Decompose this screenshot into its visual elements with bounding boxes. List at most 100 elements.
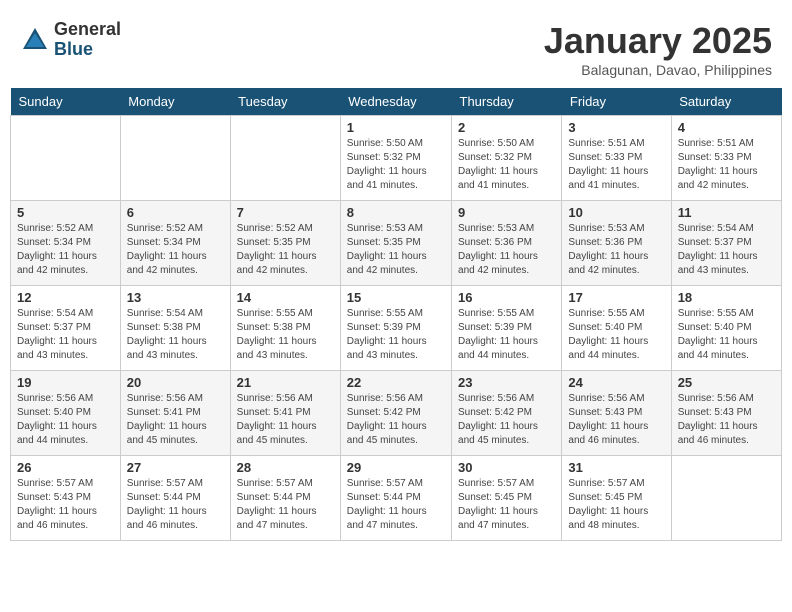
day-number: 10 xyxy=(568,205,664,220)
logo-text: General Blue xyxy=(54,20,121,60)
location-subtitle: Balagunan, Davao, Philippines xyxy=(544,62,772,78)
calendar-cell: 29Sunrise: 5:57 AM Sunset: 5:44 PM Dayli… xyxy=(340,456,451,541)
day-info: Sunrise: 5:52 AM Sunset: 5:34 PM Dayligh… xyxy=(127,222,224,278)
day-number: 6 xyxy=(127,205,224,220)
calendar-cell: 4 Sunrise: 5:51 AM Sunset: 5:33 PM Daylig… xyxy=(671,116,781,201)
day-info: Sunrise: 5:54 AM Sunset: 5:38 PM Dayligh… xyxy=(127,307,224,363)
weekday-header-friday: Friday xyxy=(562,88,671,116)
logo: General Blue xyxy=(20,20,121,60)
day-number: 9 xyxy=(458,205,555,220)
day-number: 17 xyxy=(568,290,664,305)
calendar-cell: 12 Sunrise: 5:54 AM Sunset: 5:37 PM Dayli… xyxy=(11,286,121,371)
day-number: 25 xyxy=(678,375,775,390)
calendar-cell: 21 Sunrise: 5:56 AM Sunset: 5:41 PM Dayli… xyxy=(230,371,340,456)
day-number: 16 xyxy=(458,290,555,305)
calendar-cell: 28Sunrise: 5:57 AM Sunset: 5:44 PM Dayli… xyxy=(230,456,340,541)
calendar-cell: 2 Sunrise: 5:50 AM Sunset: 5:32 PM Daylig… xyxy=(452,116,562,201)
day-number: 11 xyxy=(678,205,775,220)
day-info: Sunrise: 5:54 AM Sunset: 5:37 PM Dayligh… xyxy=(678,222,775,278)
weekday-header-row: SundayMondayTuesdayWednesdayThursdayFrid… xyxy=(11,88,782,116)
calendar-cell: 15Sunrise: 5:55 AM Sunset: 5:39 PM Dayli… xyxy=(340,286,451,371)
weekday-header-tuesday: Tuesday xyxy=(230,88,340,116)
calendar-cell: 14 Sunrise: 5:55 AM Sunset: 5:38 PM Dayli… xyxy=(230,286,340,371)
day-number: 14 xyxy=(237,290,334,305)
logo-icon xyxy=(20,25,50,55)
day-number: 4 xyxy=(678,120,775,135)
day-info: Sunrise: 5:55 AM Sunset: 5:40 PM Dayligh… xyxy=(568,307,664,363)
calendar-cell: 16Sunrise: 5:55 AM Sunset: 5:39 PM Dayli… xyxy=(452,286,562,371)
calendar-cell: 8 Sunrise: 5:53 AM Sunset: 5:35 PM Daylig… xyxy=(340,201,451,286)
day-info: Sunrise: 5:51 AM Sunset: 5:33 PM Dayligh… xyxy=(678,137,775,193)
day-info: Sunrise: 5:57 AM Sunset: 5:44 PM Dayligh… xyxy=(127,477,224,533)
day-number: 8 xyxy=(347,205,445,220)
day-info: Sunrise: 5:57 AM Sunset: 5:45 PM Dayligh… xyxy=(568,477,664,533)
calendar-cell: 23 Sunrise: 5:56 AM Sunset: 5:42 PM Dayli… xyxy=(452,371,562,456)
page-header: General Blue January 2025 Balagunan, Dav… xyxy=(10,10,782,83)
calendar-week-5: 26Sunrise: 5:57 AM Sunset: 5:43 PM Dayli… xyxy=(11,456,782,541)
day-number: 19 xyxy=(17,375,114,390)
day-info: Sunrise: 5:56 AM Sunset: 5:43 PM Dayligh… xyxy=(678,392,775,448)
day-number: 24 xyxy=(568,375,664,390)
day-info: Sunrise: 5:56 AM Sunset: 5:41 PM Dayligh… xyxy=(127,392,224,448)
day-number: 31 xyxy=(568,460,664,475)
calendar-cell: 18 Sunrise: 5:55 AM Sunset: 5:40 PM Dayli… xyxy=(671,286,781,371)
day-info: Sunrise: 5:54 AM Sunset: 5:37 PM Dayligh… xyxy=(17,307,114,363)
calendar-cell xyxy=(11,116,121,201)
day-info: Sunrise: 5:50 AM Sunset: 5:32 PM Dayligh… xyxy=(458,137,555,193)
calendar-cell: 10Sunrise: 5:53 AM Sunset: 5:36 PM Dayli… xyxy=(562,201,671,286)
day-number: 27 xyxy=(127,460,224,475)
calendar-cell: 30 Sunrise: 5:57 AM Sunset: 5:45 PM Dayli… xyxy=(452,456,562,541)
calendar-cell: 1 Sunrise: 5:50 AM Sunset: 5:32 PM Daylig… xyxy=(340,116,451,201)
day-number: 18 xyxy=(678,290,775,305)
calendar-cell: 26Sunrise: 5:57 AM Sunset: 5:43 PM Dayli… xyxy=(11,456,121,541)
day-number: 5 xyxy=(17,205,114,220)
day-number: 7 xyxy=(237,205,334,220)
day-number: 2 xyxy=(458,120,555,135)
day-info: Sunrise: 5:56 AM Sunset: 5:42 PM Dayligh… xyxy=(458,392,555,448)
day-number: 30 xyxy=(458,460,555,475)
day-info: Sunrise: 5:55 AM Sunset: 5:38 PM Dayligh… xyxy=(237,307,334,363)
day-info: Sunrise: 5:57 AM Sunset: 5:43 PM Dayligh… xyxy=(17,477,114,533)
calendar-cell: 24Sunrise: 5:56 AM Sunset: 5:43 PM Dayli… xyxy=(562,371,671,456)
day-number: 23 xyxy=(458,375,555,390)
calendar-cell: 20Sunrise: 5:56 AM Sunset: 5:41 PM Dayli… xyxy=(120,371,230,456)
calendar-cell: 5 Sunrise: 5:52 AM Sunset: 5:34 PM Daylig… xyxy=(11,201,121,286)
day-info: Sunrise: 5:52 AM Sunset: 5:35 PM Dayligh… xyxy=(237,222,334,278)
day-number: 21 xyxy=(237,375,334,390)
calendar-cell: 3 Sunrise: 5:51 AM Sunset: 5:33 PM Daylig… xyxy=(562,116,671,201)
day-info: Sunrise: 5:53 AM Sunset: 5:35 PM Dayligh… xyxy=(347,222,445,278)
title-block: January 2025 Balagunan, Davao, Philippin… xyxy=(544,20,772,78)
day-number: 28 xyxy=(237,460,334,475)
day-number: 15 xyxy=(347,290,445,305)
calendar-cell xyxy=(230,116,340,201)
calendar-cell: 13Sunrise: 5:54 AM Sunset: 5:38 PM Dayli… xyxy=(120,286,230,371)
day-info: Sunrise: 5:56 AM Sunset: 5:42 PM Dayligh… xyxy=(347,392,445,448)
logo-general: General xyxy=(54,20,121,40)
day-info: Sunrise: 5:57 AM Sunset: 5:45 PM Dayligh… xyxy=(458,477,555,533)
day-info: Sunrise: 5:55 AM Sunset: 5:40 PM Dayligh… xyxy=(678,307,775,363)
calendar-cell: 19 Sunrise: 5:56 AM Sunset: 5:40 PM Dayli… xyxy=(11,371,121,456)
calendar-week-4: 19 Sunrise: 5:56 AM Sunset: 5:40 PM Dayli… xyxy=(11,371,782,456)
calendar-cell: 22Sunrise: 5:56 AM Sunset: 5:42 PM Dayli… xyxy=(340,371,451,456)
day-number: 12 xyxy=(17,290,114,305)
weekday-header-sunday: Sunday xyxy=(11,88,121,116)
weekday-header-monday: Monday xyxy=(120,88,230,116)
logo-blue: Blue xyxy=(54,40,121,60)
weekday-header-saturday: Saturday xyxy=(671,88,781,116)
calendar-cell: 17 Sunrise: 5:55 AM Sunset: 5:40 PM Dayli… xyxy=(562,286,671,371)
day-number: 3 xyxy=(568,120,664,135)
day-number: 1 xyxy=(347,120,445,135)
calendar-cell: 7 Sunrise: 5:52 AM Sunset: 5:35 PM Daylig… xyxy=(230,201,340,286)
day-info: Sunrise: 5:56 AM Sunset: 5:41 PM Dayligh… xyxy=(237,392,334,448)
calendar-week-2: 5 Sunrise: 5:52 AM Sunset: 5:34 PM Daylig… xyxy=(11,201,782,286)
day-info: Sunrise: 5:51 AM Sunset: 5:33 PM Dayligh… xyxy=(568,137,664,193)
month-title: January 2025 xyxy=(544,20,772,62)
calendar-table: SundayMondayTuesdayWednesdayThursdayFrid… xyxy=(10,88,782,541)
day-info: Sunrise: 5:57 AM Sunset: 5:44 PM Dayligh… xyxy=(347,477,445,533)
day-info: Sunrise: 5:50 AM Sunset: 5:32 PM Dayligh… xyxy=(347,137,445,193)
calendar-cell: 31 Sunrise: 5:57 AM Sunset: 5:45 PM Dayli… xyxy=(562,456,671,541)
day-info: Sunrise: 5:52 AM Sunset: 5:34 PM Dayligh… xyxy=(17,222,114,278)
calendar-cell: 11 Sunrise: 5:54 AM Sunset: 5:37 PM Dayli… xyxy=(671,201,781,286)
weekday-header-wednesday: Wednesday xyxy=(340,88,451,116)
day-info: Sunrise: 5:56 AM Sunset: 5:40 PM Dayligh… xyxy=(17,392,114,448)
